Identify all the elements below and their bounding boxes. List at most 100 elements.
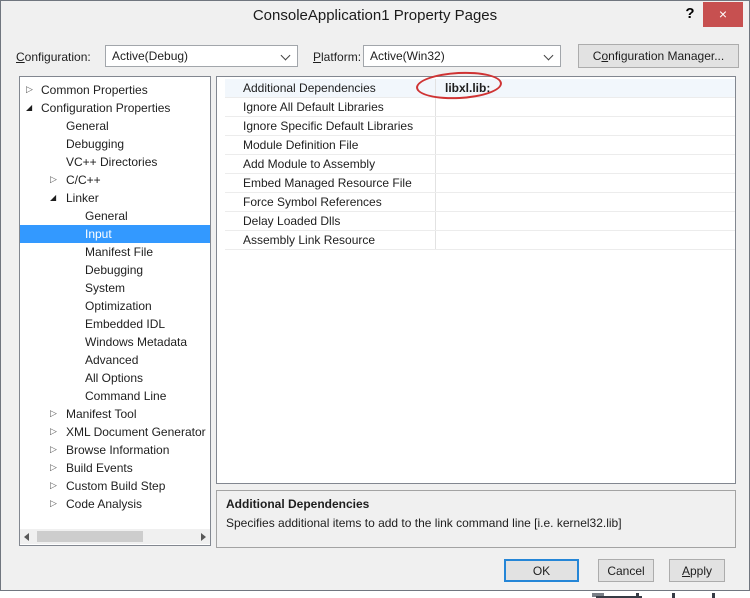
- tree-item-label: Debugging: [66, 137, 125, 151]
- property-name[interactable]: Delay Loaded Dlls: [225, 212, 435, 230]
- property-name[interactable]: Add Module to Assembly: [225, 155, 435, 173]
- property-pages-dialog: ConsoleApplication1 Property Pages ? × C…: [0, 0, 750, 591]
- configuration-label: Configuration:: [16, 50, 91, 64]
- property-name[interactable]: Embed Managed Resource File: [225, 174, 435, 192]
- tree-item-label: Code Analysis: [66, 497, 143, 511]
- tree-item-label: Input: [85, 227, 112, 241]
- platform-dropdown[interactable]: Active(Win32): [363, 45, 561, 67]
- tree-item-general[interactable]: General: [20, 117, 210, 135]
- tree-item-build-events[interactable]: ▷ Build Events: [20, 459, 210, 477]
- tree-item-advanced[interactable]: Advanced: [20, 351, 210, 369]
- tree-item-debugging[interactable]: Debugging: [20, 261, 210, 279]
- property-value[interactable]: [435, 193, 735, 211]
- background-window-strip: [0, 591, 750, 598]
- grid-row-ignore-specific-default-libraries[interactable]: Ignore Specific Default Libraries: [225, 117, 735, 136]
- tree-item-label: Browse Information: [66, 443, 170, 457]
- property-name[interactable]: Assembly Link Resource: [225, 231, 435, 249]
- description-text: Specifies additional items to add to the…: [226, 516, 622, 530]
- tree-item-windows-metadata[interactable]: Windows Metadata: [20, 333, 210, 351]
- tree-item-label: Command Line: [85, 389, 167, 403]
- tree-item-label: Custom Build Step: [66, 479, 166, 493]
- tree-item-linker[interactable]: ◢ Linker: [20, 189, 210, 207]
- cancel-button[interactable]: Cancel: [598, 559, 654, 582]
- property-value[interactable]: [435, 174, 735, 192]
- tree-item-label: Windows Metadata: [85, 335, 188, 349]
- description-title: Additional Dependencies: [226, 497, 370, 511]
- tree-item-input[interactable]: Input: [20, 225, 210, 243]
- tree-item-label: C/C++: [66, 173, 101, 187]
- tree-item-label: Common Properties: [41, 83, 148, 97]
- property-value[interactable]: [435, 98, 735, 116]
- tree-item-configuration-properties[interactable]: ◢ Configuration Properties: [20, 99, 210, 117]
- tree-item-label: General: [85, 209, 128, 223]
- collapsed-arrow-icon[interactable]: ▷: [50, 441, 57, 459]
- tree-item-common-properties[interactable]: ▷ Common Properties: [20, 81, 210, 99]
- property-value[interactable]: [435, 117, 735, 135]
- collapsed-arrow-icon[interactable]: ▷: [50, 405, 57, 423]
- configuration-manager-button[interactable]: Configuration Manager...: [578, 44, 739, 68]
- grid-row-add-module-to-assembly[interactable]: Add Module to Assembly: [225, 155, 735, 174]
- grid-row-embed-managed-resource-file[interactable]: Embed Managed Resource File: [225, 174, 735, 193]
- property-name[interactable]: Ignore All Default Libraries: [225, 98, 435, 116]
- tree-item-custom-build-step[interactable]: ▷ Custom Build Step: [20, 477, 210, 495]
- scroll-left-arrow-icon[interactable]: [20, 529, 35, 544]
- collapsed-arrow-icon[interactable]: ▷: [50, 423, 57, 441]
- description-panel: Additional Dependencies Specifies additi…: [216, 490, 736, 548]
- grid-row-assembly-link-resource[interactable]: Assembly Link Resource: [225, 231, 735, 250]
- property-value[interactable]: [435, 136, 735, 154]
- tree-item-all-options[interactable]: All Options: [20, 369, 210, 387]
- scrollbar-thumb[interactable]: [37, 531, 143, 542]
- grid-row-ignore-all-default-libraries[interactable]: Ignore All Default Libraries: [225, 98, 735, 117]
- property-name[interactable]: Force Symbol References: [225, 193, 435, 211]
- background-window-fragment: [712, 593, 715, 598]
- collapsed-arrow-icon[interactable]: ▷: [50, 477, 57, 495]
- property-grid: Additional Dependencies libxl.lib; Ignore …: [216, 76, 736, 484]
- property-value[interactable]: [435, 212, 735, 230]
- tree-item-debugging[interactable]: Debugging: [20, 135, 210, 153]
- property-name[interactable]: Additional Dependencies: [225, 79, 435, 97]
- property-value[interactable]: [435, 231, 735, 249]
- tree-item-label: System: [85, 281, 126, 295]
- tree-item-label: Manifest File: [85, 245, 154, 259]
- property-value[interactable]: [435, 155, 735, 173]
- tree-hscrollbar[interactable]: [20, 529, 210, 544]
- property-value[interactable]: libxl.lib;: [435, 79, 735, 97]
- apply-button[interactable]: Apply: [669, 559, 725, 582]
- tree-item-vc-directories[interactable]: VC++ Directories: [20, 153, 210, 171]
- collapsed-arrow-icon[interactable]: ▷: [50, 459, 57, 477]
- tree-item-browse-information[interactable]: ▷ Browse Information: [20, 441, 210, 459]
- grid-row-additional-dependencies[interactable]: Additional Dependencies libxl.lib;: [225, 79, 735, 98]
- tree-item-embedded-idl[interactable]: Embedded IDL: [20, 315, 210, 333]
- property-name[interactable]: Module Definition File: [225, 136, 435, 154]
- tree-item-general[interactable]: General: [20, 207, 210, 225]
- tree-item-command-line[interactable]: Command Line: [20, 387, 210, 405]
- chevron-down-icon: [280, 50, 291, 61]
- tree-item-manifest-file[interactable]: Manifest File: [20, 243, 210, 261]
- tree-item-optimization[interactable]: Optimization: [20, 297, 210, 315]
- collapsed-arrow-icon[interactable]: ▷: [50, 171, 57, 189]
- grid-row-module-definition-file[interactable]: Module Definition File: [225, 136, 735, 155]
- configuration-value: Active(Debug): [112, 49, 189, 63]
- tree-item-system[interactable]: System: [20, 279, 210, 297]
- background-window-fragment: [636, 593, 639, 598]
- scroll-right-arrow-icon[interactable]: [195, 529, 210, 544]
- help-button[interactable]: ?: [682, 5, 698, 23]
- grid-row-delay-loaded-dlls[interactable]: Delay Loaded Dlls: [225, 212, 735, 231]
- background-window-fragment: [672, 593, 675, 598]
- grid-row-force-symbol-references[interactable]: Force Symbol References: [225, 193, 735, 212]
- tree-item-c-c[interactable]: ▷ C/C++: [20, 171, 210, 189]
- collapsed-arrow-icon[interactable]: ▷: [50, 495, 57, 513]
- tree-item-xml-document-generator[interactable]: ▷ XML Document Generator: [20, 423, 210, 441]
- platform-value: Active(Win32): [370, 49, 445, 63]
- property-name[interactable]: Ignore Specific Default Libraries: [225, 117, 435, 135]
- collapsed-arrow-icon[interactable]: ▷: [26, 81, 33, 99]
- configuration-dropdown[interactable]: Active(Debug): [105, 45, 298, 67]
- expanded-arrow-icon[interactable]: ◢: [50, 189, 56, 207]
- tree-item-code-analysis[interactable]: ▷ Code Analysis: [20, 495, 210, 513]
- ok-button[interactable]: OK: [504, 559, 579, 582]
- tree-item-manifest-tool[interactable]: ▷ Manifest Tool: [20, 405, 210, 423]
- expanded-arrow-icon[interactable]: ◢: [26, 99, 32, 117]
- title-bar[interactable]: ConsoleApplication1 Property Pages ? ×: [1, 1, 749, 29]
- tree-item-label: XML Document Generator: [66, 425, 206, 439]
- close-button[interactable]: ×: [703, 2, 743, 27]
